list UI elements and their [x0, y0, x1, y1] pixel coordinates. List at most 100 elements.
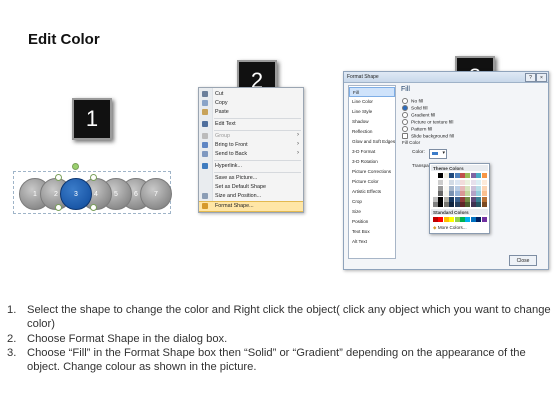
color-swatch[interactable] — [481, 185, 487, 191]
color-swatch[interactable] — [476, 185, 482, 191]
color-swatch[interactable] — [476, 173, 482, 178]
category-artistic-effects[interactable]: Artistic Effects — [349, 187, 395, 197]
menu-item-edit-text[interactable]: Edit Text — [199, 120, 303, 129]
color-swatch[interactable] — [438, 217, 444, 222]
color-swatch[interactable] — [449, 185, 455, 191]
color-swatch[interactable] — [433, 202, 438, 207]
color-swatch[interactable] — [465, 180, 471, 186]
color-swatch[interactable] — [470, 173, 476, 178]
resize-handle[interactable] — [90, 204, 97, 211]
category-3d-rotation[interactable]: 3-D Rotation — [349, 157, 395, 167]
color-swatch[interactable] — [465, 202, 471, 207]
color-swatch[interactable] — [460, 217, 465, 222]
color-swatch[interactable] — [438, 202, 444, 207]
color-swatch[interactable] — [460, 180, 465, 186]
menu-item-group[interactable]: Group › — [199, 132, 303, 141]
category-picture-color[interactable]: Picture Color — [349, 177, 395, 187]
color-swatch[interactable] — [460, 202, 465, 207]
color-swatch[interactable] — [454, 191, 460, 197]
color-swatch[interactable] — [449, 191, 455, 197]
circle-shape-7[interactable]: 7 — [140, 178, 172, 210]
color-swatch[interactable] — [481, 191, 487, 197]
color-swatch[interactable] — [481, 196, 487, 202]
color-swatch[interactable] — [443, 180, 449, 186]
color-swatch[interactable] — [443, 185, 449, 191]
category-glow-soft-edges[interactable]: Glow and Soft Edges — [349, 137, 395, 147]
color-swatch[interactable] — [476, 196, 482, 202]
color-swatch[interactable] — [460, 196, 465, 202]
category-reflection[interactable]: Reflection — [349, 127, 395, 137]
color-swatch[interactable] — [476, 202, 482, 207]
menu-item-size-position[interactable]: Size and Position... — [199, 192, 303, 201]
color-swatch[interactable] — [454, 180, 460, 186]
fill-color-picker-button[interactable]: ▾ — [429, 149, 447, 159]
color-swatch[interactable] — [470, 196, 476, 202]
color-swatch[interactable] — [449, 217, 455, 222]
color-swatch[interactable] — [470, 191, 476, 197]
category-crop[interactable]: Crop — [349, 197, 395, 207]
color-swatch[interactable] — [476, 191, 482, 197]
color-swatch[interactable] — [460, 173, 465, 178]
color-swatch[interactable] — [465, 185, 471, 191]
color-swatch[interactable] — [438, 191, 444, 197]
menu-item-send-to-back[interactable]: Send to Back › — [199, 150, 303, 159]
category-line-color[interactable]: Line Color — [349, 97, 395, 107]
color-swatch[interactable] — [481, 173, 487, 178]
more-colors-link[interactable]: ◆ More Colors... — [433, 225, 467, 231]
color-swatch[interactable] — [481, 202, 487, 207]
close-icon[interactable]: × — [536, 73, 547, 82]
menu-item-hyperlink[interactable]: Hyperlink... — [199, 162, 303, 171]
color-swatch[interactable] — [454, 202, 460, 207]
option-gradient-fill[interactable]: Gradient fill — [402, 112, 435, 118]
help-icon[interactable]: ? — [525, 73, 536, 82]
category-size[interactable]: Size — [349, 207, 395, 217]
category-fill[interactable]: Fill — [349, 87, 395, 97]
color-swatch[interactable] — [443, 173, 449, 178]
color-swatch[interactable] — [449, 180, 455, 186]
color-swatch[interactable] — [443, 196, 449, 202]
color-swatch[interactable] — [433, 180, 438, 186]
menu-item-paste[interactable]: Paste — [199, 108, 303, 117]
category-alt-text[interactable]: Alt Text — [349, 237, 395, 247]
color-swatch[interactable] — [481, 217, 487, 222]
color-swatch[interactable] — [449, 202, 455, 207]
color-swatch[interactable] — [433, 185, 438, 191]
color-swatch[interactable] — [476, 180, 482, 186]
color-swatch[interactable] — [460, 191, 465, 197]
circle-shape-3-selected[interactable]: 3 — [60, 178, 92, 210]
menu-item-save-as-picture[interactable]: Save as Picture... — [199, 174, 303, 183]
color-swatch[interactable] — [465, 196, 471, 202]
menu-item-set-default-shape[interactable]: Set as Default Shape — [199, 183, 303, 192]
color-swatch[interactable] — [465, 191, 471, 197]
color-swatch[interactable] — [454, 196, 460, 202]
menu-item-format-shape[interactable]: Format Shape... — [199, 201, 303, 212]
resize-handle[interactable] — [55, 204, 62, 211]
option-no-fill[interactable]: No fill — [402, 98, 423, 104]
color-swatch[interactable] — [465, 173, 471, 178]
color-swatch[interactable] — [460, 185, 465, 191]
color-swatch[interactable] — [449, 196, 455, 202]
menu-item-bring-to-front[interactable]: Bring to Front › — [199, 141, 303, 150]
category-picture-corrections[interactable]: Picture Corrections — [349, 167, 395, 177]
color-swatch[interactable] — [443, 191, 449, 197]
category-3d-format[interactable]: 3-D Format — [349, 147, 395, 157]
color-swatch[interactable] — [470, 180, 476, 186]
circle-shapes-group[interactable]: 1 2 6 7 5 4 3 — [13, 163, 172, 214]
color-swatch[interactable] — [470, 217, 476, 222]
option-pattern-fill[interactable]: Pattern fill — [402, 126, 432, 132]
dialog-close-button[interactable]: Close — [509, 255, 537, 266]
color-swatch[interactable] — [465, 217, 471, 222]
color-swatch[interactable] — [438, 185, 444, 191]
category-shadow[interactable]: Shadow — [349, 117, 395, 127]
color-swatch[interactable] — [449, 173, 455, 178]
option-picture-texture-fill[interactable]: Picture or texture fill — [402, 119, 453, 125]
color-swatch[interactable] — [454, 185, 460, 191]
color-swatch[interactable] — [438, 180, 444, 186]
color-swatch[interactable] — [438, 173, 444, 178]
category-line-style[interactable]: Line Style — [349, 107, 395, 117]
color-swatch[interactable] — [481, 180, 487, 186]
color-swatch[interactable] — [470, 202, 476, 207]
category-position[interactable]: Position — [349, 217, 395, 227]
color-swatch[interactable] — [433, 191, 438, 197]
color-swatch[interactable] — [454, 217, 460, 222]
